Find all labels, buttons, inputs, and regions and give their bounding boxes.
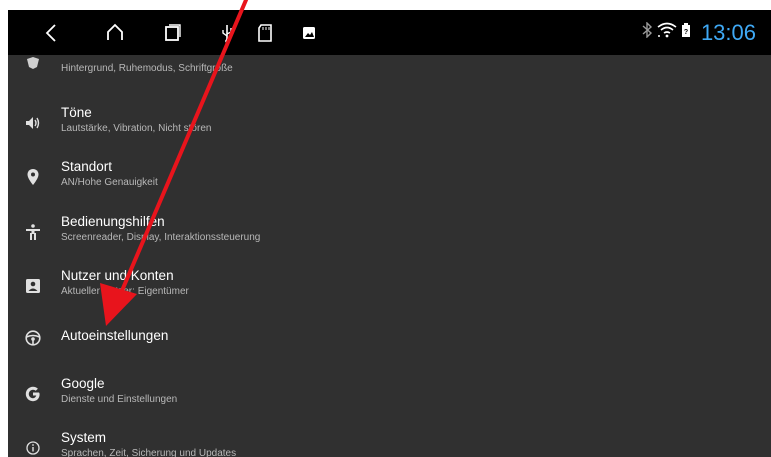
annotation-arrow: [100, 0, 248, 326]
